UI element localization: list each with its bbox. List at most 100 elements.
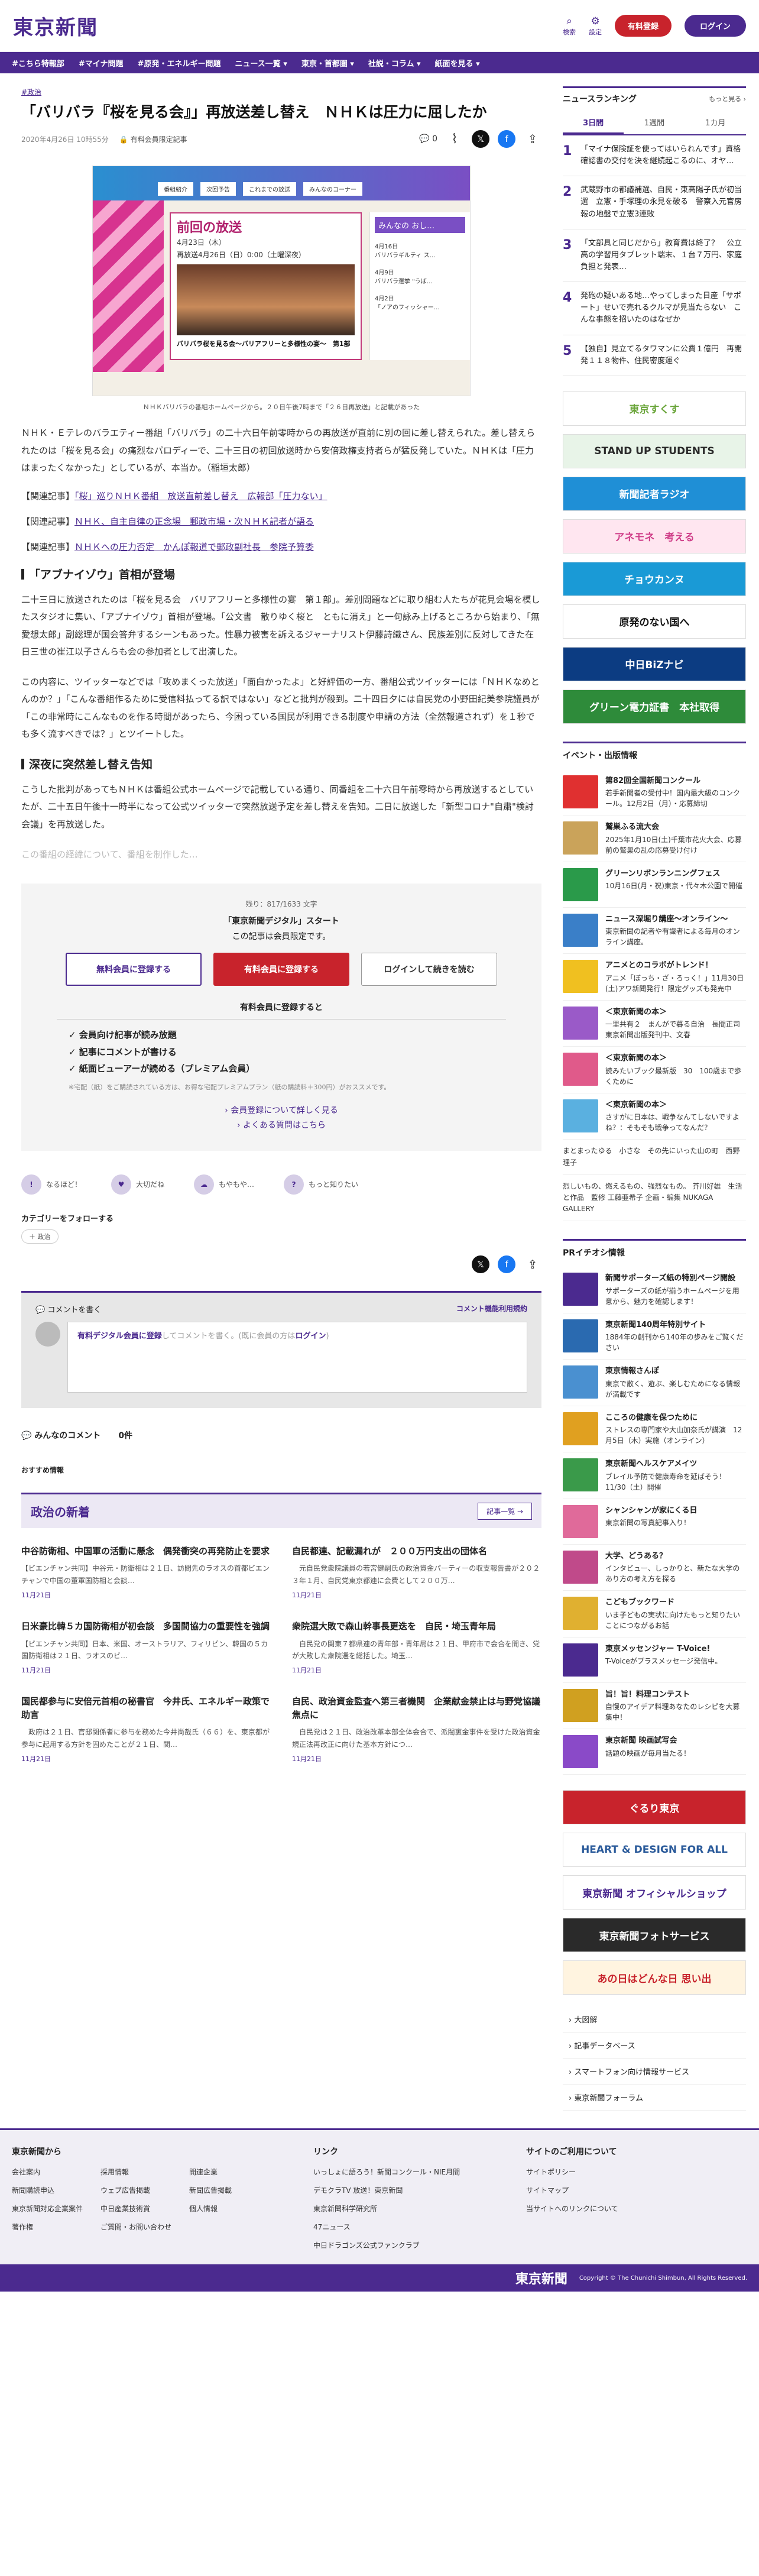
event-item[interactable]: シャンシャンが家にくる日 東京新聞の写真記事入り！ xyxy=(563,1499,746,1545)
footer-link[interactable]: 新聞購読申込 xyxy=(12,2185,100,2195)
signup-button[interactable]: 有料登録 xyxy=(614,15,672,37)
event-plain-item[interactable]: 烈しいもの、燃えるもの、強烈なもの。 芥川好雄 生活と作品 監修 工藤亜希子 企… xyxy=(563,1175,746,1222)
nav-item[interactable]: #原発・エネルギー問題 xyxy=(138,57,221,69)
login-to-read-button[interactable]: ログインして続きを読む xyxy=(361,953,497,986)
sidebar-link[interactable]: › スマートフォン向け情報サービス xyxy=(563,2059,746,2085)
comment-count-button[interactable]: 💬 0 xyxy=(419,130,437,148)
membership-details-link[interactable]: › 会員登録について詳しく見る xyxy=(45,1103,518,1118)
share-icon[interactable]: ⇪ xyxy=(524,1255,541,1273)
category-link[interactable]: #政治 xyxy=(21,88,41,96)
event-item[interactable]: 東京新聞140周年特別サイト 1884年の創刊から140年の歩みをご覧ください xyxy=(563,1313,746,1360)
tab-1week[interactable]: 1週間 xyxy=(624,112,685,134)
promo-banner[interactable]: グリーン電力証書 本社取得 xyxy=(563,689,746,724)
event-item[interactable]: ニュース深堀り講座～オンライン～ 東京新聞の記者や有識者による毎月のオンライン講座… xyxy=(563,908,746,954)
footer-link[interactable]: サイトポリシー xyxy=(526,2167,618,2177)
sidebar-link[interactable]: › 東京新聞フォーラム xyxy=(563,2085,746,2111)
news-item[interactable]: 中谷防衛相、中国軍の活動に懸念 偶発衝突の再発防止を要求 【ビエンチャン共同】中谷… xyxy=(21,1545,271,1600)
promo-banner[interactable]: アネモネ 考える xyxy=(563,519,746,554)
event-item[interactable]: 東京新聞 映画試写会 話題の映画が毎月当たる！ xyxy=(563,1729,746,1775)
event-item[interactable]: ＜東京新聞の本＞ 一里共有２ まんがで暮る自治 長間正司 東京新聞出版発刊中、文春 xyxy=(563,1001,747,1047)
promo-banner[interactable]: 新聞記者ラジオ xyxy=(563,476,746,511)
footer-link[interactable]: 東京新聞対応企業案件 xyxy=(12,2203,100,2213)
nav-item[interactable]: ニュース一覧 ▾ xyxy=(235,57,287,69)
footer-logo[interactable]: 東京新聞 xyxy=(515,2268,567,2287)
footer-link[interactable]: 採用情報 xyxy=(100,2167,189,2177)
event-item[interactable]: 第82回全国新聞コンクール 若手新聞者の受付中！国内最大級のコンクール。12月2日… xyxy=(563,769,746,816)
x-share-icon[interactable]: 𝕏 xyxy=(472,1255,489,1273)
search-button[interactable]: ⌕ 検索 xyxy=(563,15,576,37)
event-item[interactable]: グリーンリボンランニングフェス 10月16日(月・祝)東京・代々木公園で開催 xyxy=(563,862,746,908)
footer-link[interactable]: デモクラTV 放送！東京新聞 xyxy=(313,2185,491,2195)
news-item[interactable]: 国民都参与に安倍元首相の秘書官 今井氏、エネルギー政策で助言 政府は２１日、官邸… xyxy=(21,1695,271,1763)
promo-banner[interactable]: チョウカンヌ xyxy=(563,561,746,596)
x-share-icon[interactable]: 𝕏 xyxy=(472,130,489,148)
event-plain-item[interactable]: まとまったゆる 小さな その先にいった山の町 西野理子 xyxy=(563,1140,746,1175)
promo-banner[interactable]: HEART & DESIGN FOR ALL xyxy=(563,1833,746,1868)
reaction-button[interactable]: ! なるほど！ xyxy=(21,1174,82,1195)
site-logo[interactable]: 東京新聞 xyxy=(13,11,98,40)
reaction-button[interactable]: ♥ 大切だね xyxy=(111,1174,164,1195)
share-icon[interactable]: ⇪ xyxy=(524,130,541,148)
promo-banner[interactable]: STAND UP STUDENTS xyxy=(563,433,746,468)
faq-link[interactable]: › よくある質問はこちら xyxy=(45,1118,518,1133)
footer-link[interactable]: 中日産業技術賞 xyxy=(100,2203,189,2213)
paid-signup-button[interactable]: 有料会員に登録する xyxy=(213,953,349,986)
footer-link[interactable]: サイトマップ xyxy=(526,2185,618,2195)
footer-link[interactable]: 開連企業 xyxy=(189,2167,278,2177)
event-item[interactable]: こどもブックワード いま子どもの実状に向けたもっと知りたいことにつながるお話 xyxy=(563,1591,746,1637)
comment-signup-link[interactable]: 有料デジタル会員に登録 xyxy=(77,1332,162,1341)
footer-link[interactable]: 個人情報 xyxy=(189,2203,278,2213)
event-item[interactable]: 新聞サポーターズ紙の特別ページ開設 サポーターズの紙が揃うホームページを用意から、… xyxy=(563,1267,746,1313)
promo-banner[interactable]: 東京新聞フォトサービス xyxy=(563,1918,746,1953)
comment-login-link[interactable]: ログイン xyxy=(295,1332,326,1341)
event-item[interactable]: 鷲巣ふる流大会 2025年1月10日(土)千葉市花火大会、応募前の鷲巣の乱の応募受… xyxy=(563,815,746,862)
tab-3days[interactable]: 3日間 xyxy=(563,112,624,134)
nav-item[interactable]: #こちら特報部 xyxy=(12,57,64,69)
promo-banner[interactable]: あの日はどんな日 思い出 xyxy=(563,1960,746,1995)
clip-icon[interactable]: ⌇ xyxy=(446,130,463,148)
news-item[interactable]: 自民都連、記載漏れが ２００万円支出の団体名 元自民党衆院議員の若宮健嗣氏の政治… xyxy=(292,1545,541,1600)
promo-banner[interactable]: 中日BiZナビ xyxy=(563,646,746,681)
related-link[interactable]: ＮＨＫ、自主自律の正念場 郵政市場・次ＮＨＫ記者が語る xyxy=(74,516,314,527)
reaction-button[interactable]: ☁ もやもや… xyxy=(194,1174,254,1195)
promo-banner[interactable]: 東京新聞 オフィシャルショップ xyxy=(563,1875,746,1910)
footer-link[interactable]: 会社案内 xyxy=(12,2167,100,2177)
settings-button[interactable]: ⚙ 設定 xyxy=(589,15,602,37)
facebook-share-icon[interactable]: f xyxy=(498,1255,515,1273)
ranking-item[interactable]: 4 発砲の疑いある地…やってしまった日産「サポート」せいで売れるクルマが見当たらな… xyxy=(563,282,746,335)
event-item[interactable]: 東京メッセンジャー T-Voice! T-Voiceがプラスメッセージ発信中。 xyxy=(563,1637,746,1683)
free-signup-button[interactable]: 無料会員に登録する xyxy=(66,953,202,986)
event-item[interactable]: こころの健康を保つために ストレスの専門家や大山加奈氏が講演 12月5日（木）実施… xyxy=(563,1406,746,1453)
ranking-item[interactable]: 3 「文部具と同じだから」教育費は終了？ 公立高の学習用タブレット端末、１台７万円… xyxy=(563,229,746,283)
ranking-item[interactable]: 5 【独自】見立てるタワマンに公費１億円 再開発１１８物件、住民密度運ぐ xyxy=(563,335,746,376)
footer-link[interactable]: 新聞広告掲載 xyxy=(189,2185,278,2195)
news-item[interactable]: 自民、政治資金監査へ第三者機関 企業献金禁止は与野党協議焦点に 自民党は２１日、… xyxy=(292,1695,541,1763)
footer-link[interactable]: ウェブ広告掲載 xyxy=(100,2185,189,2195)
promo-banner[interactable]: ぐるり東京 xyxy=(563,1790,746,1825)
sidebar-link[interactable]: › 記事データベース xyxy=(563,2033,746,2059)
event-item[interactable]: 旨！旨！料理コンテスト 自慢のアイデア料理あなたのレシピを大募集中！ xyxy=(563,1683,746,1730)
event-item[interactable]: 東京新聞ヘルスケアメイツ ブレイル予防で健康寿命を延ばそう！ 11/30（土）開催 xyxy=(563,1452,746,1499)
footer-link[interactable]: 東京新聞科学研究所 xyxy=(313,2203,491,2213)
promo-banner[interactable]: 東京すくす xyxy=(563,391,746,426)
article-list-button[interactable]: 記事一覧 → xyxy=(478,1502,532,1520)
promo-banner[interactable]: 原発のない国へ xyxy=(563,604,746,639)
follow-category-chip[interactable]: ＋ 政治 xyxy=(21,1229,59,1244)
nav-item[interactable]: #マイナ問題 xyxy=(79,57,124,69)
footer-link[interactable]: ご質問・お問い合わせ xyxy=(100,2222,189,2232)
login-button[interactable]: ログイン xyxy=(684,15,746,37)
news-item[interactable]: 日米豪比韓５カ国防衛相が初会談 多国間協力の重要性を強調 【ビエンチャン共同】日本… xyxy=(21,1620,271,1675)
event-item[interactable]: アニメとのコラボがトレンド！ アニメ「ぼっち・ざ・ろっく！」11月30日(土)アワ… xyxy=(563,954,746,1001)
nav-item[interactable]: 紙面を見る ▾ xyxy=(435,57,480,69)
ranking-more-link[interactable]: もっと見る › xyxy=(709,94,746,103)
footer-link[interactable]: 著作権 xyxy=(12,2222,100,2232)
event-item[interactable]: ＜東京新聞の本＞ さすがに日本は、戦争なんてしないですよね？：そもそも戦争ってなん… xyxy=(563,1093,746,1140)
event-item[interactable]: 東京情報さんぽ 東京で散く、遊ぶ、楽しむためになる情報が満載です xyxy=(563,1360,746,1406)
facebook-share-icon[interactable]: f xyxy=(498,130,515,148)
related-link[interactable]: 「桜」巡りＮＨＫ番組 放送直前差し替え 広報部「圧力ない」 xyxy=(74,491,327,501)
sidebar-link[interactable]: › 大図解 xyxy=(563,2007,746,2033)
tab-1month[interactable]: 1カ月 xyxy=(685,112,746,134)
footer-link[interactable]: 当サイトへのリンクについて xyxy=(526,2203,618,2213)
reaction-button[interactable]: ? もっと知りたい xyxy=(284,1174,358,1195)
nav-item[interactable]: 東京・首都圏 ▾ xyxy=(301,57,354,69)
